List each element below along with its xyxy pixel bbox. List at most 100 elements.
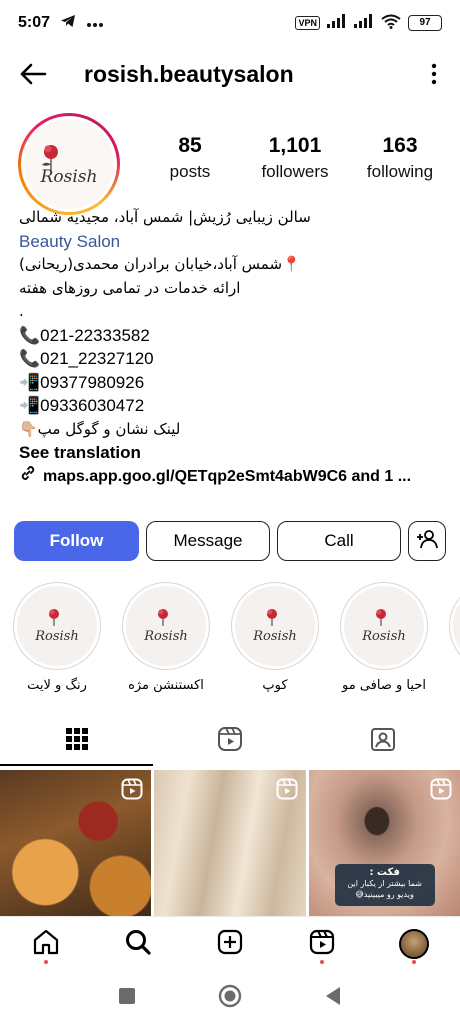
call-button[interactable]: Call bbox=[277, 521, 401, 561]
signal-icon bbox=[327, 14, 347, 32]
post-thumbnail[interactable]: فکت : شما بیشتر از یکبار این ویدیو رو می… bbox=[308, 770, 460, 916]
posts-stat[interactable]: 85 posts bbox=[140, 133, 240, 185]
wifi-icon bbox=[381, 14, 401, 33]
svg-text:Rosish: Rosish bbox=[252, 629, 297, 644]
nav-profile[interactable] bbox=[391, 921, 437, 967]
bio-services: ارائه خدمات در تمامی روزهای هفته bbox=[19, 278, 241, 297]
battery-indicator: 97 bbox=[408, 15, 442, 31]
bio-category[interactable]: Beauty Salon bbox=[19, 230, 443, 254]
reel-badge-icon bbox=[121, 778, 143, 800]
followers-stat[interactable]: 1,101 followers bbox=[245, 133, 345, 185]
post-caption-overlay: فکت : شما بیشتر از یکبار این ویدیو رو می… bbox=[334, 864, 435, 906]
search-icon bbox=[124, 928, 152, 960]
follow-button[interactable]: Follow bbox=[14, 521, 139, 561]
profile-header: rosish.beautysalon bbox=[0, 50, 460, 98]
fact-line: ویدیو رو میبینید😅 bbox=[355, 890, 414, 899]
highlight-item[interactable]: Rosish رنگ و لایت bbox=[12, 582, 102, 693]
link-icon bbox=[19, 465, 37, 489]
fact-title: فکت : bbox=[369, 867, 400, 878]
tagged-person-icon bbox=[370, 726, 396, 756]
followers-label: followers bbox=[261, 162, 329, 181]
notification-dot bbox=[320, 959, 324, 964]
bio-link-text: maps.app.goo.gl/QETqp2eSmt4abW9C6 and 1 … bbox=[43, 467, 412, 485]
bottom-navigation bbox=[0, 916, 460, 970]
story-highlights: Rosish رنگ و لایت Rosish اکستنشن مژه Ros… bbox=[0, 582, 460, 697]
highlight-label: احیا و صافی مو bbox=[342, 678, 426, 693]
rose-logo-icon: Rosish bbox=[40, 145, 97, 187]
signal-icon-2 bbox=[354, 14, 374, 32]
rose-logo-icon: Rosish bbox=[252, 609, 297, 644]
following-count: 163 bbox=[382, 134, 418, 157]
reel-badge-icon bbox=[430, 778, 452, 800]
reel-badge-icon bbox=[276, 778, 298, 800]
highlight-label: رنگ و لایت bbox=[27, 678, 87, 693]
post-thumbnail[interactable] bbox=[0, 770, 152, 916]
bio-separator: . bbox=[19, 302, 24, 320]
see-translation-link[interactable]: See translation bbox=[19, 441, 443, 465]
bio-name: سالن زیبایی رُزیش| شمس آباد، مجیدیه شمال… bbox=[19, 208, 311, 226]
bio-phone[interactable]: 📲09336030472 bbox=[19, 394, 443, 418]
more-notifications-icon bbox=[86, 14, 104, 32]
profile-summary: Rosish 85 posts 1,101 followers 163 foll… bbox=[0, 113, 460, 215]
more-options-icon[interactable] bbox=[422, 63, 446, 85]
svg-text:Rosish: Rosish bbox=[143, 629, 188, 644]
reels-icon bbox=[217, 726, 243, 756]
back-button-icon[interactable] bbox=[324, 986, 342, 1010]
svg-text:Rosish: Rosish bbox=[361, 629, 406, 644]
home-icon bbox=[32, 928, 60, 960]
profile-username: rosish.beautysalon bbox=[84, 60, 294, 87]
home-button-icon[interactable] bbox=[218, 984, 242, 1012]
nav-search[interactable] bbox=[115, 921, 161, 967]
status-bar: 5:07 VPN 97 bbox=[0, 0, 460, 46]
bio-address: 📍شمس آباد،خیابان برادران محمدی(ریحانی) bbox=[19, 255, 301, 273]
svg-text:Rosish: Rosish bbox=[34, 629, 79, 644]
bio-link[interactable]: maps.app.goo.gl/QETqp2eSmt4abW9C6 and 1 … bbox=[19, 465, 443, 489]
posts-grid: فکت : شما بیشتر از یکبار این ویدیو رو می… bbox=[0, 770, 460, 916]
system-navigation bbox=[0, 972, 460, 1024]
post-thumbnail[interactable] bbox=[154, 770, 306, 916]
grid-icon bbox=[65, 727, 89, 755]
highlight-label: کوپ bbox=[262, 678, 288, 693]
nav-reels[interactable] bbox=[299, 921, 345, 967]
vpn-badge: VPN bbox=[295, 16, 320, 30]
bio-phone[interactable]: 📞021_22327120 bbox=[19, 347, 443, 371]
tab-reels[interactable] bbox=[153, 716, 306, 766]
profile-avatar[interactable]: Rosish bbox=[18, 113, 120, 215]
posts-count: 85 bbox=[178, 134, 202, 157]
recent-apps-icon[interactable] bbox=[118, 987, 136, 1009]
profile-actions: Follow Message Call bbox=[14, 521, 446, 561]
profile-stats: 85 posts 1,101 followers 163 following bbox=[140, 133, 450, 185]
add-post-icon bbox=[216, 928, 244, 960]
highlight-item[interactable]: Rosish اکستنشن مژه bbox=[121, 582, 211, 693]
nav-create[interactable] bbox=[207, 921, 253, 967]
message-button[interactable]: Message bbox=[146, 521, 270, 561]
profile-tabs bbox=[0, 716, 460, 766]
followers-count: 1,101 bbox=[268, 134, 322, 157]
suggested-accounts-button[interactable] bbox=[408, 521, 446, 561]
rose-logo-icon: Rosish bbox=[143, 609, 188, 644]
reels-icon bbox=[308, 928, 336, 960]
rose-logo-icon: Rosish bbox=[34, 609, 79, 644]
status-time: 5:07 bbox=[18, 14, 51, 31]
bio-phone[interactable]: 📲09377980926 bbox=[19, 371, 443, 395]
add-person-icon bbox=[416, 529, 438, 554]
fact-line: شما بیشتر از یکبار این bbox=[347, 879, 422, 888]
bio-map-note: لینک نشان و گوگل مپ👇🏼 bbox=[19, 419, 181, 438]
telegram-icon bbox=[60, 14, 76, 32]
following-stat[interactable]: 163 following bbox=[350, 133, 450, 185]
tab-posts-grid[interactable] bbox=[0, 716, 154, 766]
nav-home[interactable] bbox=[23, 921, 69, 967]
avatar bbox=[399, 928, 429, 959]
tab-tagged[interactable] bbox=[307, 716, 460, 766]
bio-phone[interactable]: 📞021-22333582 bbox=[19, 324, 443, 348]
posts-label: posts bbox=[169, 162, 211, 181]
highlight-item-partial[interactable] bbox=[448, 582, 460, 670]
rose-logo-icon: Rosish bbox=[361, 609, 406, 644]
highlight-item[interactable]: Rosish احیا و صافی مو bbox=[339, 582, 429, 693]
notification-dot bbox=[412, 959, 416, 964]
highlight-item[interactable]: Rosish کوپ bbox=[230, 582, 320, 693]
profile-bio: سالن زیبایی رُزیش| شمس آباد، مجیدیه شمال… bbox=[19, 206, 443, 488]
back-arrow-icon[interactable] bbox=[16, 57, 50, 91]
highlight-label: اکستنشن مژه bbox=[128, 678, 204, 693]
notification-dot bbox=[44, 959, 48, 964]
